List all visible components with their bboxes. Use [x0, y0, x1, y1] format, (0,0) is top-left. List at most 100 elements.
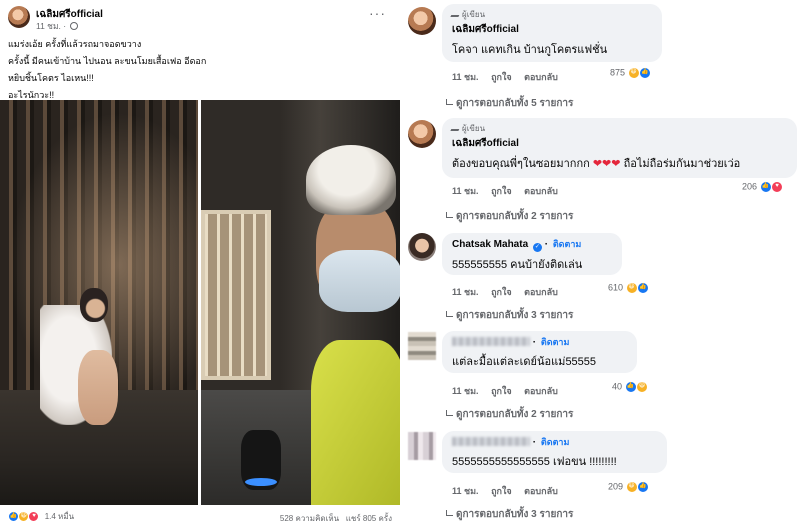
reply-button[interactable]: ตอบกลับ — [524, 386, 558, 396]
post-text-line: หยิบชิ้นโคตร ไอเหน!!! — [8, 73, 94, 83]
commenter-name[interactable]: เฉลิมศรีofficial — [452, 136, 787, 151]
author-badge: ผู้เขียน — [450, 122, 787, 135]
face-mask — [319, 250, 400, 312]
reaction-count: 206 — [742, 181, 758, 192]
comment-reactions[interactable]: 209 😆 👍 — [608, 481, 650, 493]
commenter-name-line: Chatsak Mahata ✓ · ติดตาม — [452, 239, 582, 252]
post-body-text: แมร่งเอ้ย ครั้งที่แล้วรถมาจอดขวาง ครั้งน… — [8, 36, 388, 104]
comment-reactions[interactable]: 40 👍 😆 — [612, 381, 649, 393]
commenter-avatar[interactable] — [408, 332, 436, 360]
follow-button[interactable]: ติดตาม — [541, 337, 570, 347]
reply-arrow-icon — [446, 510, 453, 516]
more-options-icon[interactable]: ··· — [369, 6, 386, 20]
comment-time[interactable]: 11 ชม. — [452, 186, 479, 196]
blurred-name[interactable] — [452, 437, 530, 446]
post-time[interactable]: 11 ชม. — [36, 21, 61, 31]
follow-button[interactable]: ติดตาม — [553, 239, 582, 249]
reply-arrow-icon — [446, 311, 453, 317]
share-count[interactable]: แชร์ 805 ครั้ง — [346, 514, 392, 523]
comment-text: 555555555 คนบ้ายังติดเล่น — [452, 259, 583, 271]
comment-time[interactable]: 11 ชม. — [452, 287, 479, 297]
comment-text: 5555555555555555 เฟอขน !!!!!!!!! — [452, 456, 617, 468]
post-text-line: แมร่งเอ้ย ครั้งที่แล้วรถมาจอดขวาง — [8, 39, 142, 49]
commenter-name[interactable]: Chatsak Mahata — [452, 239, 528, 250]
post-photo-intruder[interactable] — [0, 100, 198, 505]
view-replies-link[interactable]: ดูการตอบกลับทั้ง 3 รายการ — [446, 507, 573, 522]
comment-actions: 11 ชม. ถูกใจ ตอบกลับ — [452, 285, 568, 299]
commenter-name[interactable]: เฉลิมศรีofficial — [452, 22, 652, 37]
comment-text: ต้องขอบคุณพี่ๆในซอยมากกก ❤❤❤ ถือไม่ถือร่… — [452, 158, 741, 170]
post-reactions[interactable]: 👍 😆 ♥ 1.4 หมื่น — [8, 510, 74, 523]
comment-time[interactable]: 11 ชม. — [452, 486, 479, 496]
reply-arrow-icon — [446, 410, 453, 416]
verified-badge-icon: ✓ — [532, 243, 542, 252]
post-footer: 👍 😆 ♥ 1.4 หมื่น 528 ความคิดเห็น แชร์ 805… — [8, 509, 392, 523]
author-avatar[interactable] — [8, 6, 30, 28]
reply-arrow-icon — [446, 99, 453, 105]
reply-button[interactable]: ตอบกลับ — [524, 72, 558, 82]
globe-icon — [70, 22, 79, 30]
post-photo-officer[interactable] — [201, 100, 400, 505]
like-button[interactable]: ถูกใจ — [491, 386, 512, 396]
like-button[interactable]: ถูกใจ — [491, 287, 512, 297]
follow-button[interactable]: ติดตาม — [541, 437, 570, 447]
comment-count[interactable]: 528 ความคิดเห็น — [280, 514, 339, 523]
post-header: เฉลิมศรีofficial 11 ชม. · ··· — [8, 6, 392, 33]
comment-reactions[interactable]: 875 😆 👍 — [610, 67, 652, 79]
reaction-count: 40 — [612, 381, 623, 392]
comment-bubble: ผู้เขียน เฉลิมศรีofficial ต้องขอบคุณพี่ๆ… — [442, 118, 797, 178]
commenter-avatar[interactable] — [408, 432, 436, 460]
commenter-avatar[interactable] — [408, 233, 436, 261]
pen-icon — [450, 10, 462, 17]
comment-reactions[interactable]: 610 😆 👍 — [608, 282, 650, 294]
comment-bubble: · ติดตาม 5555555555555555 เฟอขน !!!!!!!!… — [442, 431, 667, 473]
helmet — [306, 145, 396, 215]
post-counts: 528 ความคิดเห็น แชร์ 805 ครั้ง — [280, 512, 392, 525]
reply-button[interactable]: ตอบกลับ — [524, 186, 558, 196]
comment-actions: 11 ชม. ถูกใจ ตอบกลับ — [452, 70, 568, 84]
love-reaction-icon: ♥ — [771, 181, 784, 193]
window-grille — [201, 210, 271, 380]
comment-bubble: · ติดตาม แต่ละมื้อแต่ละเดย์น้อแม่55555 — [442, 331, 637, 373]
view-replies-link[interactable]: ดูการตอบกลับทั้ง 2 รายการ — [446, 407, 573, 422]
commenter-name-line: · ติดตาม — [452, 435, 657, 449]
reaction-count: 209 — [608, 481, 624, 492]
blurred-name[interactable] — [452, 337, 530, 346]
comment-time[interactable]: 11 ชม. — [452, 386, 479, 396]
comment-text: แต่ละมื้อแต่ละเดย์น้อแม่55555 — [452, 356, 597, 368]
reply-button[interactable]: ตอบกลับ — [524, 287, 558, 297]
comment-bubble: ผู้เขียน เฉลิมศรีofficial โคจา แคทเกิน บ… — [442, 4, 662, 62]
commenter-avatar[interactable] — [408, 7, 436, 35]
haha-reaction-icon: 😆 — [627, 67, 640, 79]
comment-reactions[interactable]: 206 👍 ♥ — [742, 181, 784, 193]
like-reaction-icon: 👍 — [624, 381, 637, 393]
comment-bubble: Chatsak Mahata ✓ · ติดตาม 555555555 คนบ้… — [442, 233, 622, 275]
comment-text: โคจา แคทเกิน บ้านกูโคตรแฟชั่น — [452, 44, 608, 56]
reply-arrow-icon — [446, 212, 453, 218]
view-replies-link[interactable]: ดูการตอบกลับทั้ง 5 รายการ — [446, 96, 573, 111]
love-reaction-icon: ♥ — [28, 511, 40, 522]
like-reaction-icon: 👍 — [637, 282, 650, 294]
haha-reaction-icon: 😆 — [625, 282, 638, 294]
reaction-count: 610 — [608, 282, 624, 293]
view-replies-link[interactable]: ดูการตอบกลับทั้ง 3 รายการ — [446, 308, 573, 323]
reaction-count: 1.4 หมื่น — [44, 512, 75, 521]
like-button[interactable]: ถูกใจ — [491, 72, 512, 82]
like-button[interactable]: ถูกใจ — [491, 186, 512, 196]
like-reaction-icon: 👍 — [639, 67, 652, 79]
pen-icon — [450, 124, 462, 131]
comments-panel: ผู้เขียน เฉลิมศรีofficial โคจา แคทเกิน บ… — [400, 0, 800, 526]
haha-reaction-icon: 😆 — [625, 481, 638, 493]
like-button[interactable]: ถูกใจ — [491, 486, 512, 496]
like-reaction-icon: 👍 — [759, 181, 772, 193]
commenter-avatar[interactable] — [408, 120, 436, 148]
comment-actions: 11 ชม. ถูกใจ ตอบกลับ — [452, 484, 568, 498]
post-meta: 11 ชม. · — [36, 19, 79, 33]
haha-reaction-icon: 😆 — [636, 381, 649, 393]
reply-button[interactable]: ตอบกลับ — [524, 486, 558, 496]
like-reaction-icon: 👍 — [637, 481, 650, 493]
author-badge: ผู้เขียน — [450, 8, 652, 21]
reaction-count: 875 — [610, 67, 626, 78]
comment-time[interactable]: 11 ชม. — [452, 72, 479, 82]
view-replies-link[interactable]: ดูการตอบกลับทั้ง 2 รายการ — [446, 209, 573, 224]
